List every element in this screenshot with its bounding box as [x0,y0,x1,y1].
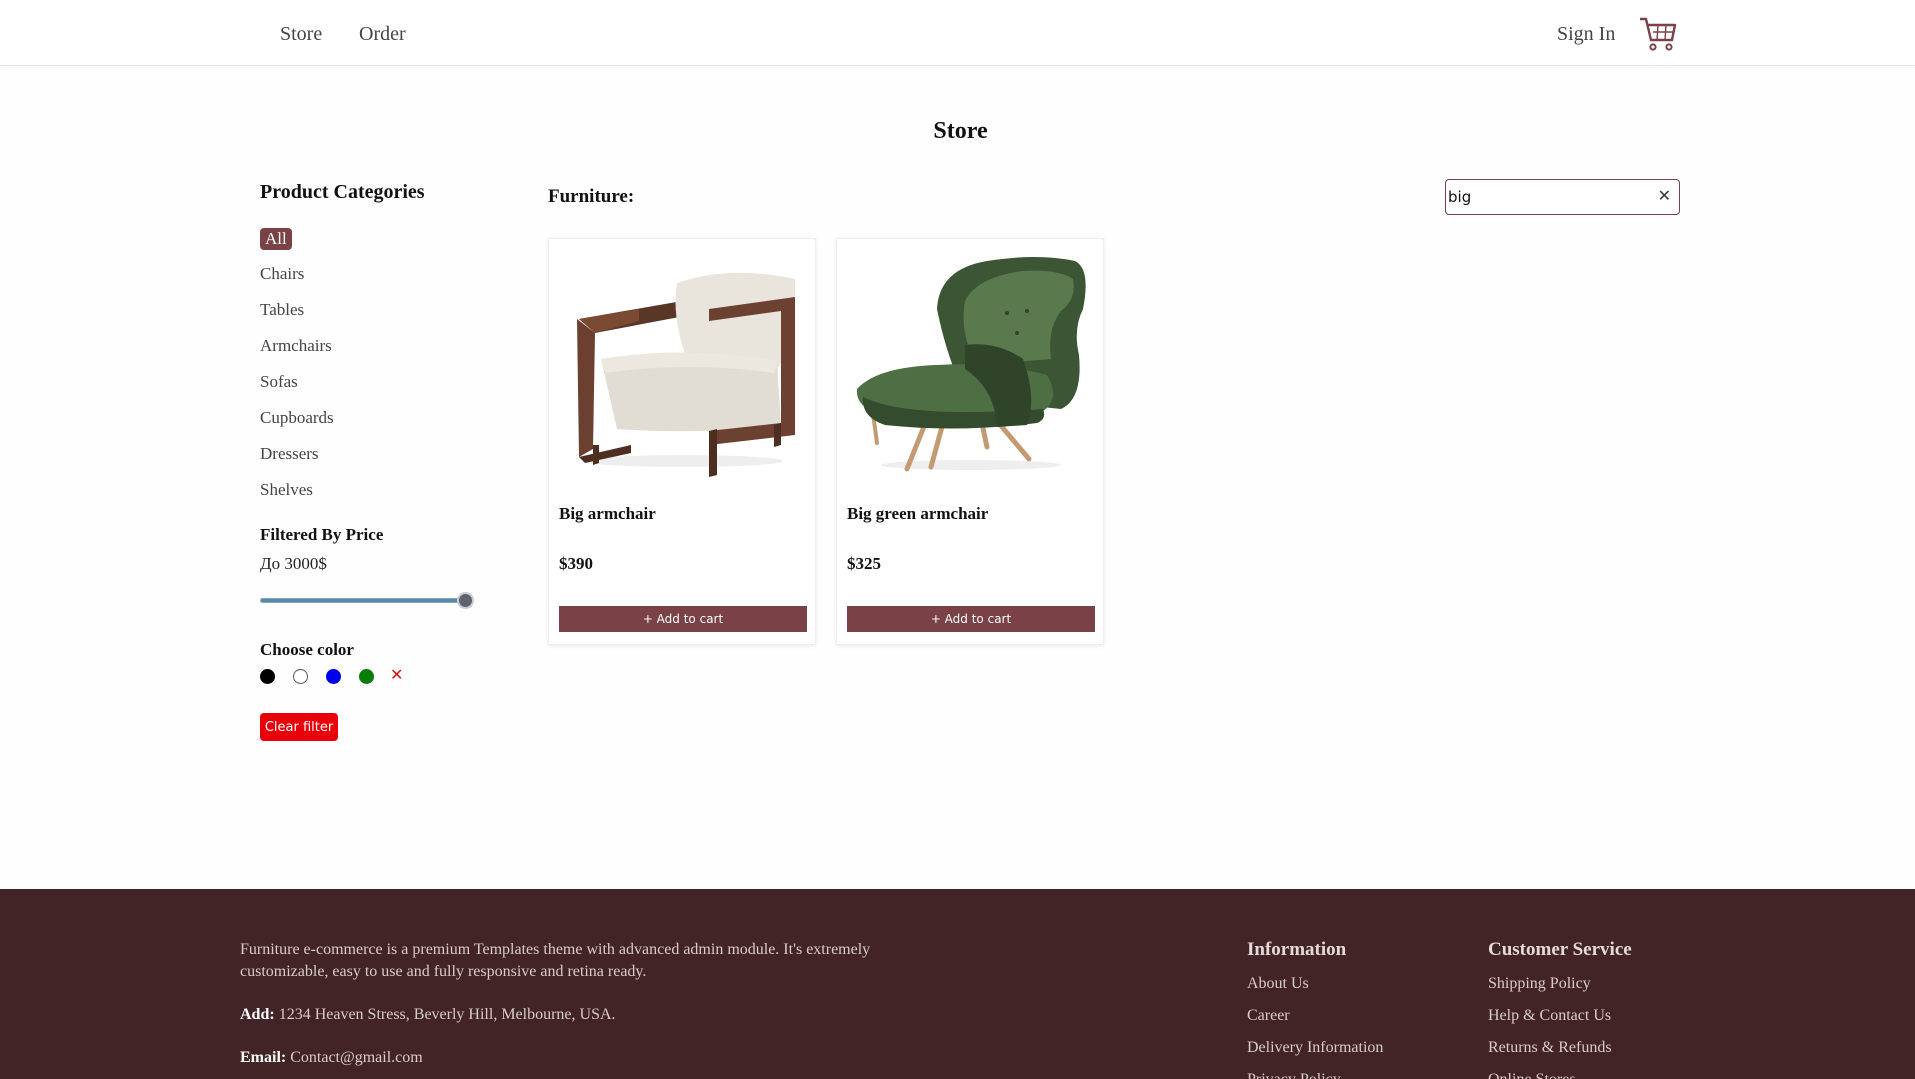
product-card[interactable]: Big armchair $390 + Add to cart [548,238,816,645]
color-filter-heading: Choose color [260,640,354,659]
shopping-cart-icon[interactable] [1638,14,1678,54]
filter-sidebar: Product Categories All Chairs Tables Arm… [250,176,528,746]
clear-color-x-icon[interactable]: ✕ [390,665,403,684]
top-navbar: Store Order Sign In [0,0,1915,66]
footer-email-value[interactable]: Contact@gmail.com [290,1049,422,1066]
category-armchairs[interactable]: Armchairs [260,336,332,356]
footer-link-online-stores[interactable]: Online Stores [1488,1071,1576,1079]
price-filter-value: До 3000$ [260,554,327,573]
add-to-cart-button[interactable]: + Add to cart [559,606,807,632]
product-image-green-armchair[interactable] [847,249,1095,479]
footer-description: Furniture e-commerce is a premium Templa… [240,941,871,980]
footer-link-returns-refunds[interactable]: Returns & Refunds [1488,1039,1612,1057]
product-name[interactable]: Big armchair [559,504,656,524]
footer-link-shipping-policy[interactable]: Shipping Policy [1488,975,1591,993]
section-label: Furniture: [548,186,635,207]
category-cupboards[interactable]: Cupboards [260,408,334,428]
color-swatch-green[interactable] [359,669,374,684]
category-shelves[interactable]: Shelves [260,480,313,500]
footer: Furniture e-commerce is a premium Templa… [0,889,1915,1079]
add-to-cart-button[interactable]: + Add to cart [847,606,1095,632]
price-filter-heading: Filtered By Price [260,525,384,544]
footer-address-label: Add: [240,1006,275,1023]
product-price: $390 [559,554,593,573]
page-title: Store [933,118,988,144]
category-all[interactable]: All [260,228,292,250]
product-price: $325 [847,554,881,573]
search-box: ✕ [1445,179,1680,215]
footer-link-privacy-policy[interactable]: Privacy Policy [1247,1071,1341,1079]
product-name[interactable]: Big green armchair [847,504,988,524]
color-swatch-black[interactable] [260,669,275,684]
search-input[interactable] [1448,185,1643,209]
category-chairs[interactable]: Chairs [260,264,304,284]
nav-order-link[interactable]: Order [359,23,406,46]
categories-heading: Product Categories [260,181,425,203]
product-card[interactable]: Big green armchair $325 + Add to cart [836,238,1104,645]
footer-email-label: Email: [240,1049,287,1066]
footer-link-delivery-information[interactable]: Delivery Information [1247,1039,1383,1057]
clear-filter-button[interactable]: Clear filter [260,713,338,741]
category-sofas[interactable]: Sofas [260,372,298,392]
footer-address-value: 1234 Heaven Stress, Beverly Hill, Melbou… [278,1006,616,1023]
color-swatch-white[interactable] [293,669,308,684]
footer-information-title: Information [1247,939,1347,960]
nav-store-link[interactable]: Store [280,23,322,46]
footer-link-help-contact[interactable]: Help & Contact Us [1488,1007,1611,1025]
price-slider-track[interactable] [260,598,468,603]
sign-in-link[interactable]: Sign In [1557,23,1615,46]
color-swatch-blue[interactable] [326,669,341,684]
footer-address: Add: 1234 Heaven Stress, Beverly Hill, M… [240,1006,616,1024]
footer-link-career[interactable]: Career [1247,1007,1290,1025]
footer-email: Email: Contact@gmail.com [240,1049,423,1067]
category-dressers[interactable]: Dressers [260,444,319,464]
close-icon[interactable]: ✕ [1658,186,1671,205]
product-image-armchair[interactable] [559,249,807,479]
footer-link-about-us[interactable]: About Us [1247,975,1309,993]
category-tables[interactable]: Tables [260,300,304,320]
price-slider-thumb[interactable] [457,592,474,609]
footer-customer-service-title: Customer Service [1488,939,1632,960]
